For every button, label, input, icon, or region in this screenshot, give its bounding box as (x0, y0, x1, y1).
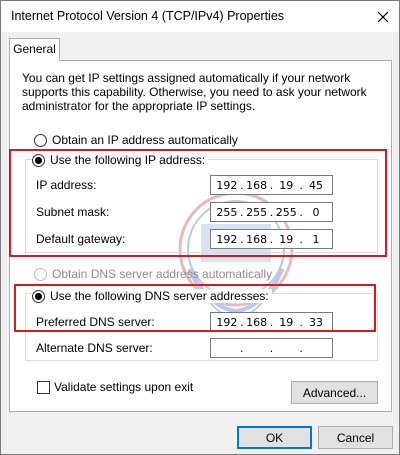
subnet-mask-label: Subnet mask: (36, 205, 110, 219)
use-following-ip-label: Use the following IP address: (50, 153, 206, 167)
preferred-dns-field[interactable]: 192. 168. 19. 33 (210, 312, 333, 332)
ip-address-octet: 45 (308, 178, 323, 192)
preferred-dns-octet: 168 (246, 315, 268, 329)
subnet-mask-octet: 0 (312, 205, 320, 219)
default-gateway-octet: 168 (246, 232, 268, 246)
obtain-dns-auto-option: Obtain DNS server address automatically (34, 267, 272, 281)
alternate-dns-field[interactable]: . . . (210, 338, 333, 358)
preferred-dns-label: Preferred DNS server: (36, 315, 155, 329)
subnet-mask-octet: 255 (275, 205, 297, 219)
advanced-button[interactable]: Advanced... (291, 381, 378, 404)
obtain-dns-auto-label: Obtain DNS server address automatically (52, 267, 273, 281)
ok-button[interactable]: OK (237, 426, 312, 449)
alternate-dns-label: Alternate DNS server: (36, 341, 153, 355)
validate-settings-option[interactable]: Validate settings upon exit (37, 380, 193, 394)
obtain-ip-auto-radio[interactable] (34, 133, 47, 147)
use-following-ip-option[interactable]: Use the following IP address: (32, 153, 209, 167)
close-button[interactable] (367, 1, 399, 32)
use-following-ip-radio[interactable] (32, 153, 45, 167)
tab-general[interactable]: General (9, 38, 60, 61)
ip-address-octet: 192 (216, 178, 238, 192)
default-gateway-octet: 19 (279, 232, 294, 246)
use-following-dns-radio[interactable] (32, 289, 45, 303)
preferred-dns-octet: 192 (216, 315, 238, 329)
ip-address-field[interactable]: 192. 168. 19. 45 (210, 175, 333, 195)
subnet-mask-octet: 255 (246, 205, 268, 219)
description-text: You can get IP settings assigned automat… (22, 71, 367, 113)
properties-dialog: Internet Protocol Version 4 (TCP/IPv4) P… (0, 0, 400, 455)
validate-settings-checkbox[interactable] (37, 380, 50, 394)
preferred-dns-octet: 33 (308, 315, 323, 329)
ip-address-octet: 19 (279, 178, 294, 192)
default-gateway-field[interactable]: 192. 168. 19. 1 (210, 229, 333, 249)
close-icon (377, 11, 389, 22)
validate-settings-label: Validate settings upon exit (54, 380, 194, 394)
subnet-mask-field[interactable]: 255. 255. 255. 0 (210, 202, 333, 222)
subnet-mask-octet: 255 (216, 205, 238, 219)
default-gateway-octet: 192 (216, 232, 238, 246)
window-title: Internet Protocol Version 4 (TCP/IPv4) P… (11, 9, 285, 23)
use-following-dns-label: Use the following DNS server addresses: (50, 289, 269, 303)
title-bar: Internet Protocol Version 4 (TCP/IPv4) P… (1, 1, 399, 32)
obtain-ip-auto-option[interactable]: Obtain an IP address automatically (34, 133, 238, 147)
obtain-ip-auto-label: Obtain an IP address automatically (52, 133, 238, 147)
ip-address-octet: 168 (246, 178, 268, 192)
cancel-button[interactable]: Cancel (318, 426, 393, 449)
use-following-dns-option[interactable]: Use the following DNS server addresses: (32, 289, 272, 303)
default-gateway-octet: 1 (312, 232, 320, 246)
default-gateway-label: Default gateway: (36, 232, 126, 246)
obtain-dns-auto-radio (34, 267, 47, 281)
preferred-dns-octet: 19 (279, 315, 294, 329)
ip-address-label: IP address: (36, 178, 97, 192)
